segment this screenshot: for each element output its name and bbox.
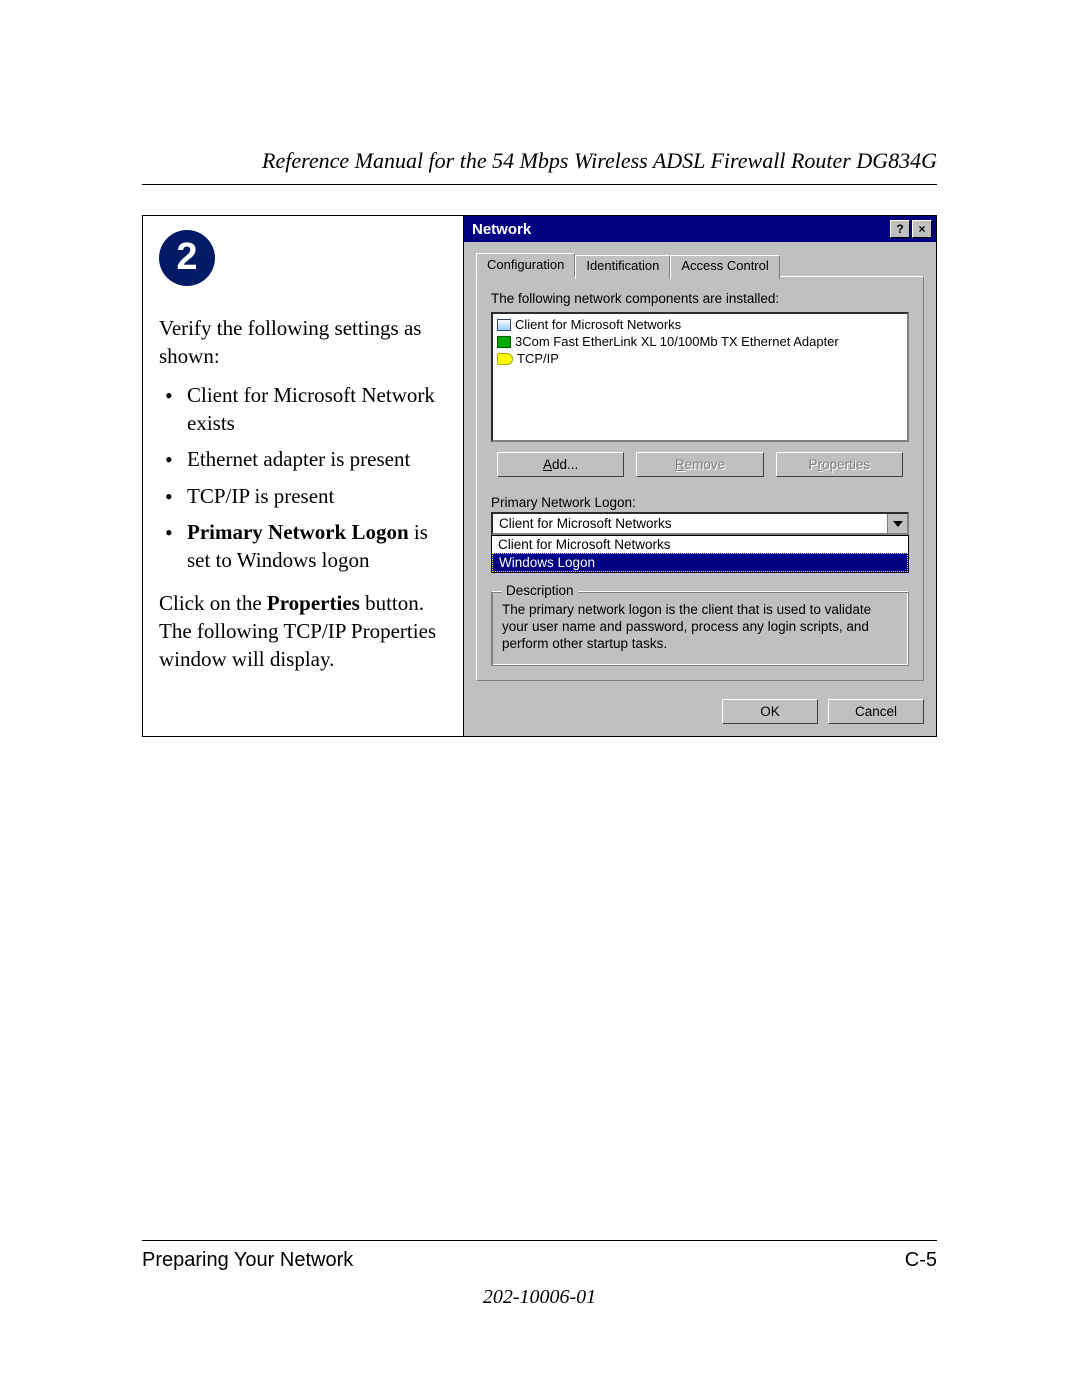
btn-rest: emove [685, 457, 726, 472]
client-icon [497, 319, 511, 331]
instruction-item: Client for Microsoft Network exists [159, 381, 447, 438]
dialog-body: Configuration Identification Access Cont… [464, 242, 936, 689]
primary-logon-combo[interactable]: Client for Microsoft Networks [491, 512, 909, 535]
close-button[interactable]: × [912, 220, 932, 238]
tab-panel-configuration: The following network components are ins… [476, 276, 924, 681]
header-rule [142, 184, 937, 185]
components-listbox[interactable]: Client for Microsoft Networks 3Com Fast … [491, 312, 909, 442]
list-item[interactable]: TCP/IP [495, 350, 905, 367]
list-item-label: Client for Microsoft Networks [515, 317, 681, 332]
network-dialog: Network ? × Configuration Identification… [463, 216, 936, 736]
document-page: Reference Manual for the 54 Mbps Wireles… [142, 148, 937, 737]
chevron-down-icon [893, 521, 903, 527]
underline-char: R [675, 457, 685, 472]
combo-dropdown-button[interactable] [887, 514, 907, 533]
tab-access-control[interactable]: Access Control [670, 255, 779, 279]
list-item-label: 3Com Fast EtherLink XL 10/100Mb TX Ether… [515, 334, 839, 349]
instruction-tail: Click on the Properties button. The foll… [159, 589, 447, 674]
tail-bold: Properties [267, 591, 360, 615]
components-caption: The following network components are ins… [491, 291, 909, 306]
instruction-column: 2 Verify the following settings as shown… [143, 216, 463, 736]
cancel-button[interactable]: Cancel [828, 699, 924, 724]
dialog-title: Network [472, 221, 531, 238]
instruction-bold: Primary Network Logon [187, 520, 409, 544]
list-item[interactable]: 3Com Fast EtherLink XL 10/100Mb TX Ether… [495, 333, 905, 350]
dropdown-option[interactable]: Client for Microsoft Networks [492, 536, 908, 553]
dropdown-option-selected[interactable]: Windows Logon [492, 553, 908, 572]
tab-strip: Configuration Identification Access Cont… [476, 253, 924, 277]
primary-logon-label: Primary Network Logon: [491, 495, 909, 510]
nic-icon [497, 336, 511, 348]
instruction-intro: Verify the following settings as shown: [159, 314, 447, 371]
list-item[interactable]: Client for Microsoft Networks [495, 316, 905, 333]
step-number-badge: 2 [159, 230, 215, 286]
btn-pre: P [809, 457, 818, 472]
ok-button[interactable]: OK [722, 699, 818, 724]
protocol-icon [497, 353, 513, 365]
groupbox-legend: Description [502, 583, 578, 598]
add-button[interactable]: Add... [497, 452, 624, 477]
component-buttons: Add... Remove Properties [491, 452, 909, 477]
btn-rest: operties [822, 457, 870, 472]
description-groupbox: Description The primary network logon is… [491, 591, 909, 666]
btn-rest: dd... [552, 457, 578, 472]
underline-char: A [543, 457, 552, 472]
footer-rule [142, 1240, 937, 1241]
dialog-footer: OK Cancel [464, 689, 936, 736]
instruction-item: Primary Network Logon is set to Windows … [159, 518, 447, 575]
tail-pre: Click on the [159, 591, 267, 615]
combo-value: Client for Microsoft Networks [493, 514, 887, 533]
instruction-item: Ethernet adapter is present [159, 445, 447, 473]
instruction-list: Client for Microsoft Network exists Ethe… [159, 381, 447, 575]
primary-logon-dropdown[interactable]: Client for Microsoft Networks Windows Lo… [491, 535, 909, 573]
page-footer: Preparing Your Network C-5 202-10006-01 [142, 1240, 937, 1309]
footer-docnum: 202-10006-01 [142, 1286, 937, 1309]
description-text: The primary network logon is the client … [502, 602, 898, 653]
tab-identification[interactable]: Identification [575, 255, 670, 279]
footer-section: Preparing Your Network [142, 1249, 353, 1272]
footer-page-number: C-5 [905, 1249, 937, 1272]
instruction-item: TCP/IP is present [159, 482, 447, 510]
dialog-titlebar[interactable]: Network ? × [464, 216, 936, 242]
properties-button[interactable]: Properties [776, 452, 903, 477]
running-header: Reference Manual for the 54 Mbps Wireles… [142, 148, 937, 174]
help-button[interactable]: ? [890, 220, 910, 238]
step-container: 2 Verify the following settings as shown… [142, 215, 937, 737]
list-item-label: TCP/IP [517, 351, 559, 366]
tab-configuration[interactable]: Configuration [476, 253, 575, 277]
remove-button[interactable]: Remove [636, 452, 763, 477]
